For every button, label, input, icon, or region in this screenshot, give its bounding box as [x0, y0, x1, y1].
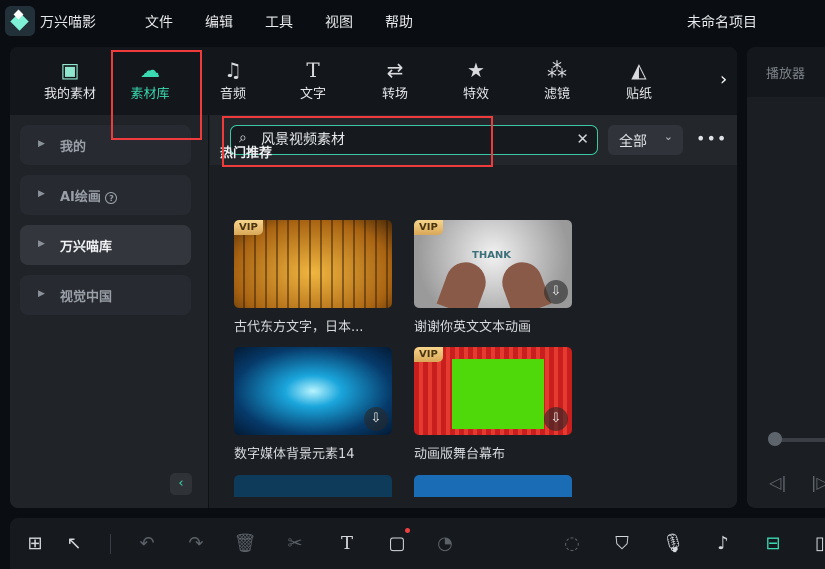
chevron-right-icon[interactable]: › — [720, 69, 727, 90]
help-icon[interactable]: ? — [105, 192, 118, 204]
chevron-down-icon: ⌄ — [663, 130, 673, 143]
thumbnail: VIP ⇩ — [414, 347, 572, 435]
divider — [110, 534, 111, 554]
cloud-folder-icon: ☁ — [140, 58, 160, 82]
marker-icon[interactable]: ⛉ — [610, 532, 634, 556]
caret-right-icon: ▶ — [38, 239, 45, 249]
caret-right-icon: ▶ — [38, 289, 45, 299]
tab-stock-library[interactable]: ☁ 素材库 — [110, 47, 190, 115]
sidebar-item-wondershare-library[interactable]: ▶ 万兴喵库 — [20, 225, 191, 265]
snap-icon[interactable]: ⊟ — [761, 532, 785, 556]
menu-edit[interactable]: 编辑 — [205, 12, 233, 32]
card-title: 动画版舞台幕布 — [414, 447, 506, 462]
menu-file[interactable]: 文件 — [145, 12, 173, 32]
media-card[interactable]: ⇩ 数字媒体背景元素14 — [234, 347, 392, 462]
transition-icon: ⇄ — [386, 58, 404, 82]
category-dropdown[interactable]: 全部 ⌄ — [608, 125, 683, 155]
menu-view[interactable]: 视图 — [325, 12, 353, 32]
image-icon: ▣ — [60, 58, 80, 82]
audio-track-icon[interactable]: ♪ — [711, 532, 735, 556]
speed-icon[interactable]: ◌ — [560, 532, 584, 556]
text-tool-icon[interactable]: T — [335, 532, 359, 556]
sticker-icon: ◭ — [631, 58, 647, 82]
tab-bar: ▣ 我的素材 ☁ 素材库 ♫ 音频 T 文字 ⇄ 转场 ★ 特效 ⁂ 滤镜 ◭ 贴纸 › — [10, 47, 737, 115]
vip-badge: VIP — [414, 347, 443, 362]
clear-icon[interactable]: ✕ — [576, 130, 589, 148]
section-title: 热门推荐 — [220, 146, 273, 161]
tab-transition[interactable]: ⇄ 转场 — [355, 47, 435, 115]
sidebar-item-vcg[interactable]: ▶ 视觉中国 — [20, 275, 191, 315]
project-title: 未命名项目 — [687, 15, 757, 31]
thumbnail[interactable] — [414, 475, 572, 497]
music-note-icon: ♫ — [224, 58, 242, 82]
tab-effects[interactable]: ★ 特效 — [436, 47, 516, 115]
text-icon: T — [306, 58, 320, 82]
timeline-toolbar: ⊞ ↖ ↶ ↷ 🗑 ✂ T ▢ ◔ ◌ ⛉ 🎙 ♪ ⊟ ▯ — [10, 518, 825, 569]
filter-circles-icon: ⁂ — [547, 58, 567, 82]
media-card[interactable]: VIP 古代东方文字，日本... — [234, 220, 392, 335]
thumbnail: ⇩ — [234, 347, 392, 435]
tab-my-media[interactable]: ▣ 我的素材 — [30, 47, 110, 115]
delete-icon[interactable]: 🗑 — [233, 532, 257, 556]
media-card[interactable]: THANK VIP ⇩ 谢谢你英文文本动画 — [414, 220, 572, 335]
layout-grid-icon[interactable]: ⊞ — [23, 532, 47, 556]
tab-filters[interactable]: ⁂ 滤镜 — [517, 47, 597, 115]
thumbnail[interactable] — [234, 475, 392, 497]
search-input[interactable] — [261, 131, 561, 147]
more-options-icon[interactable]: ••• — [696, 129, 727, 148]
search-row: ⌕ ✕ 全部⌄ ••• — [210, 115, 737, 165]
menu-tools[interactable]: 工具 — [265, 12, 293, 32]
crop-icon[interactable]: ▢ — [385, 532, 409, 556]
thumbnail: VIP — [234, 220, 392, 308]
sidebar-item-mine[interactable]: ▶ 我的 — [20, 125, 191, 165]
cut-icon[interactable]: ✂ — [283, 532, 307, 556]
title-bar: 万兴喵影 文件 编辑 工具 视图 帮助 未命名项目 — [0, 0, 825, 42]
search-box[interactable]: ⌕ ✕ — [230, 125, 598, 155]
card-title: 古代东方文字，日本... — [234, 320, 364, 335]
undo-icon[interactable]: ↶ — [135, 532, 159, 556]
next-frame-icon[interactable]: |▷ — [811, 473, 825, 492]
download-icon[interactable]: ⇩ — [544, 280, 568, 304]
scrubber-handle[interactable] — [768, 432, 782, 446]
sidebar-item-ai-painting[interactable]: ▶ AI绘画 ? — [20, 175, 191, 215]
palette-icon[interactable]: ◔ — [433, 532, 457, 556]
card-title: 谢谢你英文文本动画 — [414, 320, 532, 335]
card-title: 数字媒体背景元素14 — [234, 447, 355, 462]
tab-audio[interactable]: ♫ 音频 — [193, 47, 273, 115]
caret-right-icon: ▶ — [38, 139, 45, 149]
player-panel: 播放器 ◁| |▷ — [747, 47, 825, 508]
vip-badge: VIP — [414, 220, 443, 235]
playback-scrubber[interactable] — [775, 438, 825, 442]
redo-icon[interactable]: ↷ — [184, 532, 208, 556]
collapse-sidebar-button[interactable]: ‹ — [170, 473, 192, 495]
notification-dot — [405, 528, 410, 533]
download-icon[interactable]: ⇩ — [364, 407, 388, 431]
vip-badge: VIP — [234, 220, 263, 235]
tab-stickers[interactable]: ◭ 贴纸 — [599, 47, 679, 115]
microphone-icon[interactable]: 🎙 — [661, 532, 685, 556]
select-pointer-icon[interactable]: ↖ — [62, 532, 86, 556]
app-name: 万兴喵影 — [40, 15, 96, 31]
tab-text[interactable]: T 文字 — [273, 47, 353, 115]
media-card[interactable]: VIP ⇩ 动画版舞台幕布 — [414, 347, 572, 462]
player-title: 播放器 — [747, 47, 825, 97]
app-logo — [5, 6, 35, 36]
caret-right-icon: ▶ — [38, 189, 45, 199]
menu-help[interactable]: 帮助 — [385, 12, 413, 32]
library-sidebar: ▶ 我的 ▶ AI绘画 ? ▶ 万兴喵库 ▶ 视觉中国 ‹ — [10, 115, 209, 508]
split-screen-icon[interactable]: ▯ — [808, 532, 825, 556]
previous-frame-icon[interactable]: ◁| — [769, 473, 787, 492]
magic-star-icon: ★ — [467, 58, 485, 82]
download-icon[interactable]: ⇩ — [544, 407, 568, 431]
thumbnail: THANK VIP ⇩ — [414, 220, 572, 308]
